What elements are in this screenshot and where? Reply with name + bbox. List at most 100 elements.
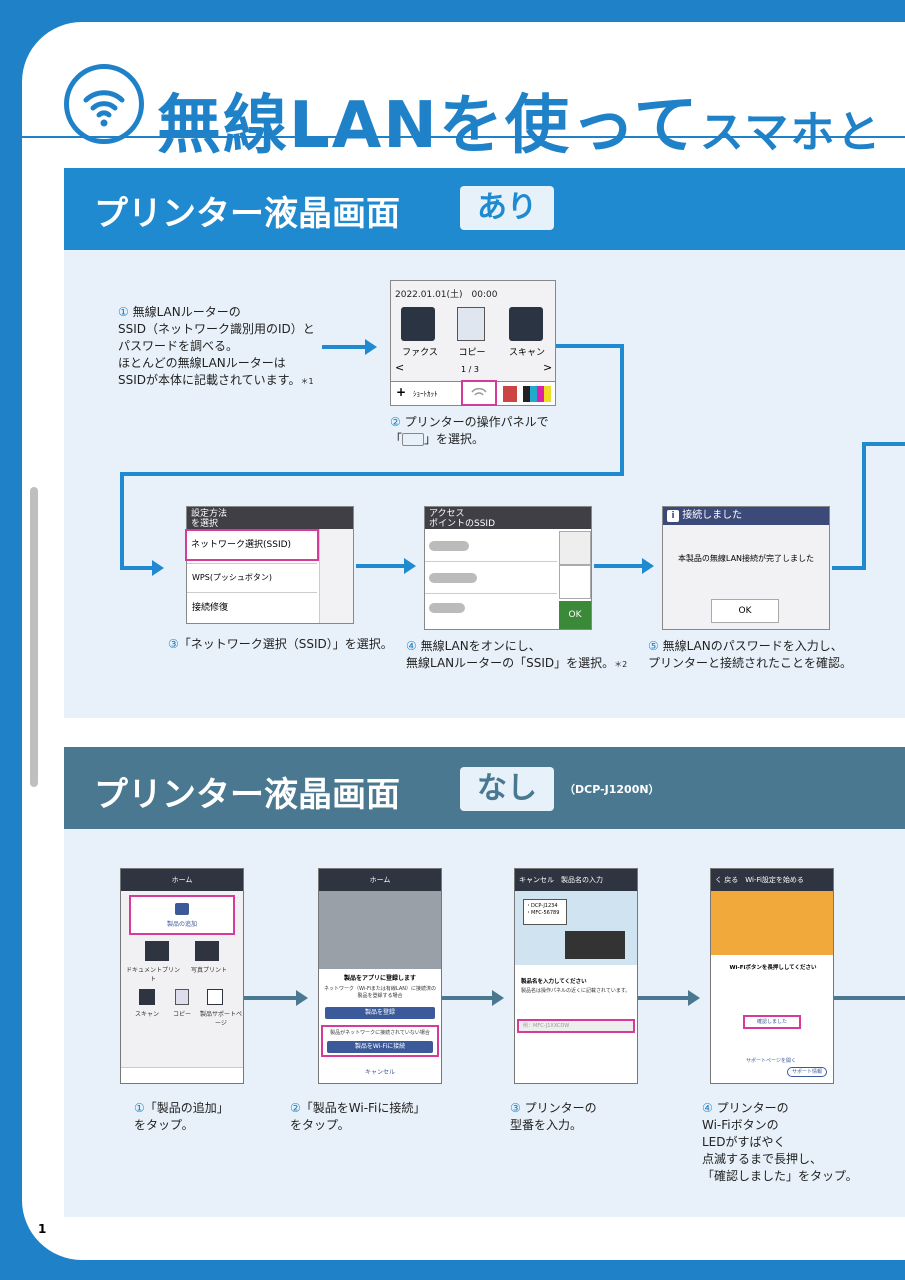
flow-line bbox=[620, 344, 624, 476]
phone-bar: ホーム bbox=[121, 869, 243, 891]
support-info-button[interactable]: サポート情報 bbox=[787, 1067, 827, 1077]
phone-tab-bar bbox=[121, 1067, 243, 1083]
flow-arrow bbox=[834, 996, 905, 1000]
dialog-title: 製品をアプリに登録します bbox=[343, 975, 416, 982]
register-product-button[interactable]: 製品を登録 bbox=[325, 1007, 435, 1019]
dialog-text: ネットワーク（Wi-Fiまたは有線LAN）に接続済の製品を登録する場合 bbox=[324, 986, 436, 999]
back-link[interactable]: く 戻る bbox=[715, 876, 738, 884]
divider bbox=[425, 561, 557, 562]
scan-label[interactable]: スキャン bbox=[129, 1009, 165, 1018]
copy-label[interactable]: コピー bbox=[165, 1009, 199, 1018]
section-title: プリンター液晶画面 bbox=[94, 775, 400, 815]
flow-line bbox=[862, 442, 866, 570]
cancel-button[interactable]: キャンセル bbox=[319, 1067, 441, 1076]
header-divider bbox=[22, 136, 905, 138]
add-product-button[interactable]: 製品の追加 bbox=[129, 895, 235, 935]
model-heading: 製品名を入力してください bbox=[521, 979, 587, 985]
wifi-key-icon bbox=[402, 433, 425, 446]
cancel-link[interactable]: キャンセル bbox=[519, 876, 554, 884]
phone-bar: キャンセル 製品名の入力 bbox=[515, 869, 637, 891]
support-page-link[interactable]: サポートページを開く bbox=[731, 1057, 811, 1064]
ok-button[interactable]: OK bbox=[559, 601, 591, 629]
wifi-icon bbox=[64, 64, 144, 144]
printer-icon bbox=[565, 931, 625, 959]
tools-icon[interactable] bbox=[503, 386, 517, 402]
flow-arrow bbox=[442, 996, 494, 1000]
divider bbox=[425, 593, 557, 594]
phone-screen-3: キャンセル 製品名の入力 ・DCP-J1234 ・MFC-56789 製品名を入力… bbox=[514, 868, 638, 1084]
lcd-ssid-header: アクセス ポイントのSSID bbox=[425, 507, 591, 529]
page-indicator: 1 / 3 bbox=[461, 365, 479, 374]
flow-arrow-head bbox=[642, 558, 654, 574]
confirm-button[interactable]: 確認しました bbox=[743, 1015, 801, 1029]
lcd-ssid-screen: アクセス ポイントのSSID OK bbox=[424, 506, 592, 630]
scroll-down-button[interactable] bbox=[559, 565, 591, 599]
phone-bar: ホーム bbox=[319, 869, 441, 891]
lcd-menu-screen: 設定方法 を選択 ネットワーク選択(SSID) WPS(プッシュボタン) 接続修復 bbox=[185, 506, 354, 624]
next-icon[interactable]: > bbox=[543, 361, 552, 374]
register-dialog: 製品をアプリに登録します ネットワーク（Wi-Fiまたは有線LAN）に接続済の製… bbox=[319, 969, 441, 1083]
ssid-row[interactable] bbox=[429, 541, 469, 551]
page: 無線LANを使ってスマホと プリンター液晶画面 あり ① 無線LANルーターの … bbox=[22, 22, 905, 1260]
ink-icon[interactable] bbox=[523, 386, 551, 402]
add-product-label: 製品の追加 bbox=[166, 921, 197, 928]
add-shortcut-icon[interactable]: + bbox=[396, 385, 406, 399]
s2-step4-text: ④ プリンターの Wi-Fiボタンの LEDがすばやく 点滅するまで長押し、 「… bbox=[702, 1101, 858, 1183]
connect-wifi-box: 製品がネットワークに接続されていない場合 製品をWi-Fiに接続 bbox=[321, 1025, 439, 1057]
scroll-up-button[interactable] bbox=[559, 531, 591, 565]
prev-icon[interactable]: < bbox=[395, 361, 404, 374]
app-copy[interactable]: コピー bbox=[447, 345, 497, 358]
step3-text: ③「ネットワーク選択（SSID）」を選択。 bbox=[168, 637, 393, 651]
lcd-home-screen: 2022.01.01(土) 00:00 ファクス コピー スキャン < 1 / … bbox=[390, 280, 556, 406]
menu-item-repair[interactable]: 接続修復 bbox=[187, 595, 317, 623]
lcd-shortcut-bar: + ｼｮｰﾄｶｯﾄ bbox=[391, 380, 555, 406]
section-tag: あり bbox=[460, 186, 554, 230]
menu-item-ssid[interactable]: ネットワーク選択(SSID) bbox=[185, 529, 319, 561]
lcd-done-header: i 接続しました bbox=[663, 507, 829, 525]
wifi-button-illustration bbox=[711, 891, 833, 955]
s2-step1-text: ①「製品の追加」 をタップ。 bbox=[134, 1101, 229, 1132]
flow-line bbox=[832, 566, 864, 570]
phone-bar: く 戻る Wi-Fi設定を始める bbox=[711, 869, 833, 891]
flow-arrow-head bbox=[404, 558, 416, 574]
ssid-row[interactable] bbox=[429, 573, 477, 583]
ssid-row[interactable] bbox=[429, 603, 465, 613]
model-callout: ・DCP-J1234 ・MFC-56789 bbox=[523, 899, 567, 925]
done-ok-button[interactable]: OK bbox=[711, 599, 779, 623]
copy-icon bbox=[175, 989, 189, 1005]
support-label[interactable]: 製品サポートページ bbox=[199, 1009, 243, 1027]
flow-arrow bbox=[594, 564, 644, 568]
copy-icon bbox=[457, 307, 485, 341]
section-title: プリンター液晶画面 bbox=[94, 194, 400, 234]
shortcut-label[interactable]: ｼｮｰﾄｶｯﾄ bbox=[413, 389, 438, 399]
wifi-setup-icon bbox=[471, 387, 487, 396]
app-scan[interactable]: スキャン bbox=[501, 345, 553, 358]
lcd-datetime: 2022.01.01(土) 00:00 bbox=[395, 290, 498, 300]
connect-wifi-button[interactable]: 製品をWi-Fiに接続 bbox=[327, 1041, 433, 1053]
flow-line bbox=[120, 472, 124, 568]
step4-text: ④ 無線LANをオンにし、 無線LANルーターの「SSID」を選択。＊2 bbox=[406, 639, 628, 670]
flow-arrow-head bbox=[152, 560, 164, 576]
flow-arrow bbox=[356, 564, 406, 568]
dialog-text-2: 製品がネットワークに接続されていない場合 bbox=[330, 1030, 430, 1036]
menu-scroll-area bbox=[319, 529, 353, 623]
menu-item-wps[interactable]: WPS(プッシュボタン) bbox=[187, 563, 317, 593]
step2-text: ② プリンターの操作パネルで 「」を選択。 bbox=[390, 415, 549, 446]
doc-print-label[interactable]: ドキュメントプリント bbox=[125, 965, 181, 983]
section-tag: なし bbox=[460, 767, 554, 811]
model-input[interactable]: 例：MFC-J1XXCDW bbox=[517, 1019, 635, 1033]
wifi-button[interactable] bbox=[461, 380, 497, 406]
phone-screen-4: く 戻る Wi-Fi設定を始める Wi-Fiボタンを長押ししてください 確認しま… bbox=[710, 868, 834, 1084]
phone-screen-1: ホーム 製品の追加 ドキュメントプリント 写真プリント スキャン コピー 製品サ… bbox=[120, 868, 244, 1084]
s2-step2-text: ②「製品をWi-Fiに接続」 をタップ。 bbox=[290, 1101, 426, 1132]
lcd-done-message: 本製品の無線LAN接続が完了しました bbox=[677, 554, 815, 563]
model-label: （DCP-J1200N） bbox=[564, 783, 660, 796]
scrollbar[interactable] bbox=[30, 487, 38, 787]
app-fax[interactable]: ファクス bbox=[395, 345, 445, 358]
page-title: 無線LANを使ってスマホと bbox=[157, 89, 883, 163]
flow-arrow bbox=[638, 996, 690, 1000]
photo-print-label[interactable]: 写真プリント bbox=[181, 965, 237, 974]
flow-line bbox=[120, 472, 624, 476]
section-lcd-yes-banner: プリンター液晶画面 あり bbox=[64, 168, 905, 250]
lcd-done-screen: i 接続しました 本製品の無線LAN接続が完了しました OK bbox=[662, 506, 830, 630]
